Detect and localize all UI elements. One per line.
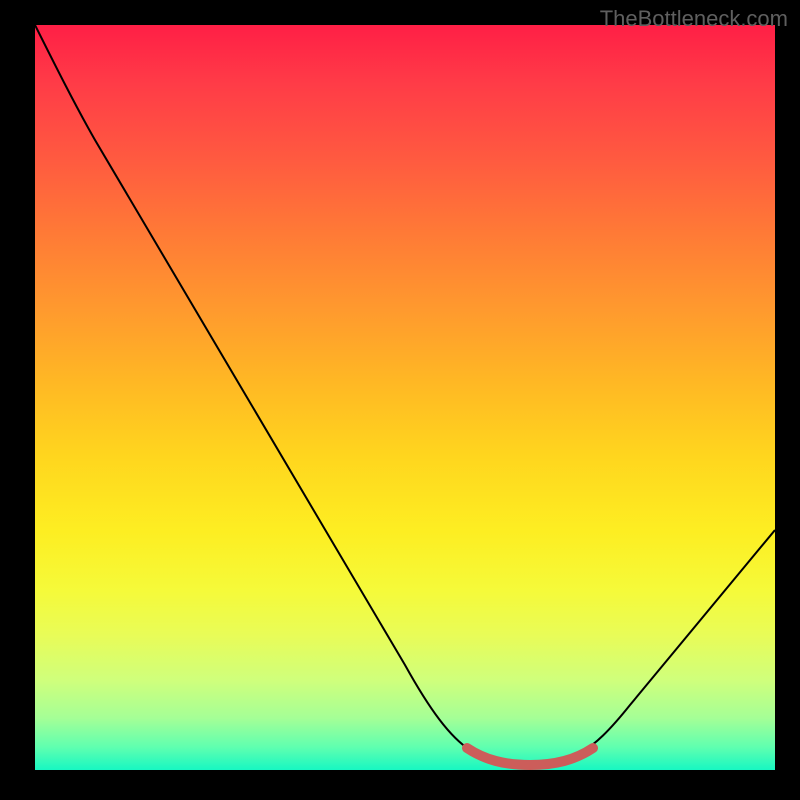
chart-container: TheBottleneck.com — [0, 0, 800, 800]
optimal-zone-highlight — [467, 748, 593, 765]
bottleneck-curve — [35, 25, 775, 765]
curve-layer — [35, 25, 775, 770]
plot-area — [35, 25, 775, 770]
watermark-text: TheBottleneck.com — [600, 6, 788, 32]
